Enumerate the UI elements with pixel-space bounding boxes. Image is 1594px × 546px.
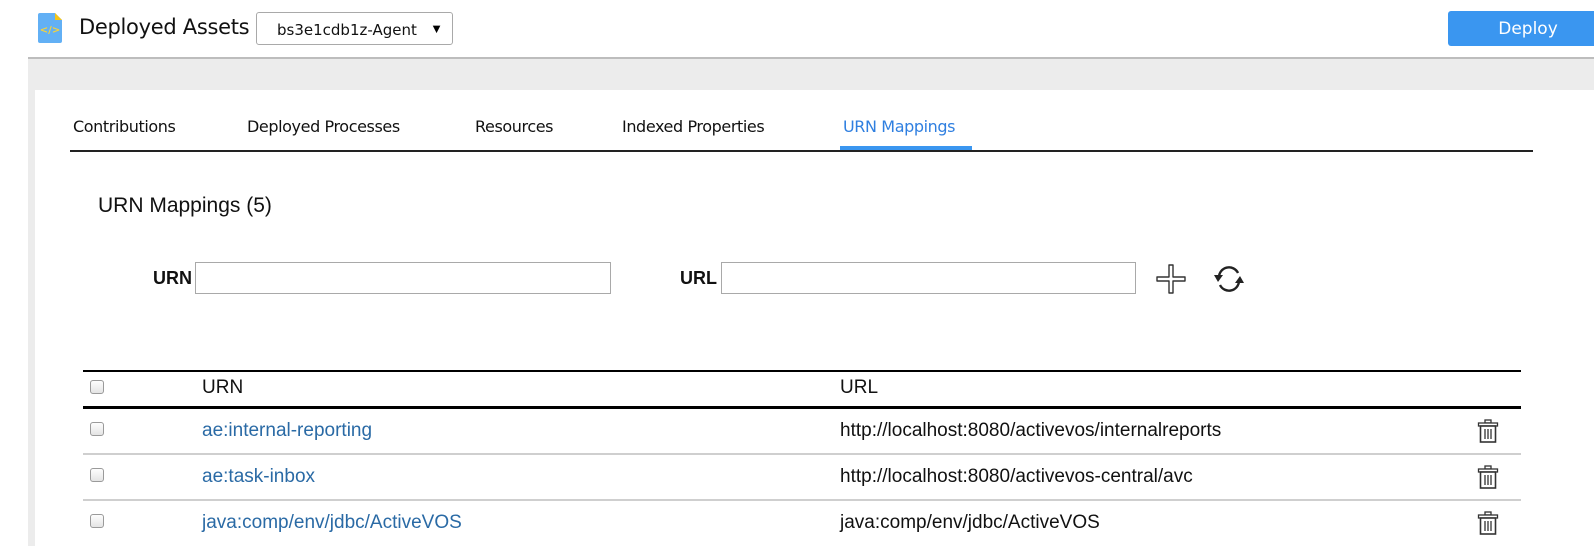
trash-icon[interactable] — [1477, 419, 1499, 443]
dropdown-arrow-icon: ▼ — [430, 21, 443, 36]
url-cell: http://localhost:8080/activevos-central/… — [840, 466, 1193, 487]
column-header-urn[interactable]: URN — [202, 377, 243, 399]
urn-link[interactable]: ae:internal-reporting — [202, 420, 372, 442]
row-checkbox[interactable] — [90, 422, 104, 436]
url-cell: java:comp/env/jdbc/ActiveVOS — [840, 512, 1100, 533]
deploy-button[interactable]: Deploy — [1448, 11, 1594, 46]
column-header-url[interactable]: URL — [840, 377, 878, 399]
table-row: java:comp/env/jdbc/ActiveVOS java:comp/e… — [83, 501, 1521, 545]
refresh-icon[interactable] — [1213, 264, 1245, 294]
url-cell: http://localhost:8080/activevos/internal… — [840, 420, 1222, 441]
tab-urn-mappings[interactable]: URN Mappings — [843, 117, 955, 146]
tab-contributions[interactable]: Contributions — [73, 117, 176, 146]
code-file-icon: </> — [38, 13, 62, 43]
row-checkbox[interactable] — [90, 468, 104, 482]
tab-bar: Contributions Deployed Processes Resourc… — [70, 110, 1533, 152]
table-row: ae:internal-reporting http://localhost:8… — [83, 409, 1521, 455]
tab-resources[interactable]: Resources — [475, 117, 554, 146]
table-row: ae:task-inbox http://localhost:8080/acti… — [83, 455, 1521, 501]
urn-label: URN — [153, 268, 192, 288]
header-bar: </> Deployed Assets bs3e1cdb1z-Agent ▼ D… — [0, 0, 1594, 58]
section-title: URN Mappings (5) — [98, 194, 272, 217]
urn-link[interactable]: java:comp/env/jdbc/ActiveVOS — [202, 512, 462, 534]
plus-icon[interactable] — [1155, 263, 1187, 295]
tab-indexed-properties[interactable]: Indexed Properties — [622, 117, 765, 146]
trash-icon[interactable] — [1477, 511, 1499, 535]
agent-select[interactable]: bs3e1cdb1z-Agent ▼ — [256, 12, 453, 45]
urn-mappings-table: URN URL ae:internal-reporting http://loc… — [83, 370, 1521, 545]
url-label: URL — [680, 268, 717, 288]
trash-icon[interactable] — [1477, 465, 1499, 489]
urn-link[interactable]: ae:task-inbox — [202, 466, 315, 488]
urn-input[interactable] — [195, 262, 611, 294]
row-checkbox[interactable] — [90, 514, 104, 528]
page-title: Deployed Assets — [79, 15, 250, 39]
tab-deployed-processes[interactable]: Deployed Processes — [247, 117, 400, 146]
table-header: URN URL — [83, 370, 1521, 409]
active-tab-indicator — [840, 146, 972, 150]
select-all-checkbox[interactable] — [90, 380, 104, 394]
svg-text:</>: </> — [40, 25, 60, 36]
agent-select-value: bs3e1cdb1z-Agent — [277, 21, 417, 39]
url-input[interactable] — [721, 262, 1136, 294]
